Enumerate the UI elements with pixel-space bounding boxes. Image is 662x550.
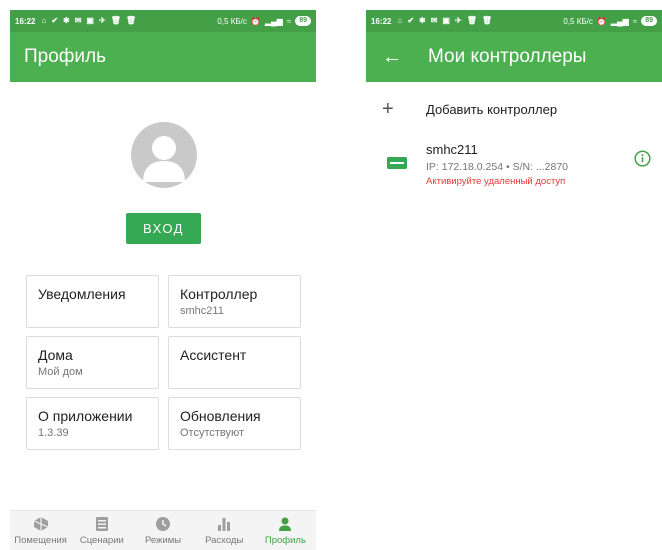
card-title: Ассистент xyxy=(180,347,247,363)
plus-icon: + xyxy=(382,98,394,120)
card-notifications[interactable]: Уведомления xyxy=(26,275,159,328)
nav-label: Помещения xyxy=(14,535,67,546)
bird-notify-icon: ✈ xyxy=(98,16,106,25)
page-title: Профиль xyxy=(24,46,107,67)
battery-indicator: 89 xyxy=(641,16,657,26)
scenarios-icon xyxy=(95,515,109,533)
signal-icon: ▂▄▆ xyxy=(264,16,283,26)
card-title: Обновления xyxy=(180,408,261,424)
nav-label: Сценарии xyxy=(79,535,124,546)
battery-indicator: 89 xyxy=(295,16,311,26)
nav-scenarios[interactable]: Сценарии xyxy=(71,511,132,550)
net-speed: 0,5 КБ/с xyxy=(563,16,593,26)
bird-notify-icon: ✈ xyxy=(454,16,462,25)
rooms-icon xyxy=(33,515,49,533)
card-title: Дома xyxy=(38,347,73,363)
mail-notify-icon: ✉ xyxy=(430,16,438,25)
home-notify-icon: ⌂ xyxy=(397,16,403,25)
net-speed: 0,5 КБ/с xyxy=(217,16,247,26)
remote-access-warning: Активируйте удаленный доступ xyxy=(426,176,566,187)
card-subtitle: 1.3.39 xyxy=(38,427,69,439)
image-notify-icon: ▣ xyxy=(442,16,450,25)
check-notify-icon: ✔ xyxy=(51,16,59,25)
card-subtitle: Мой дом xyxy=(38,366,83,378)
profile-screen: 16:22 ⌂ ✔ ✱ ✉ ▣ ✈ 🗑 🗑 0,5 КБ/с ⏰ ▂▄▆ ≈ 8… xyxy=(10,10,316,550)
bottom-navigation: Помещения Сценарии Режимы Расходы Профил… xyxy=(10,510,316,550)
alarm-icon: ⏰ xyxy=(596,16,607,26)
wifi-icon: ≈ xyxy=(632,16,638,26)
add-controller-button[interactable]: + Добавить контроллер xyxy=(366,96,662,122)
controller-details: IP: 172.18.0.254 • S/N: ...2870 xyxy=(426,161,569,173)
trash-notify-icon-2: 🗑 xyxy=(481,16,492,25)
expenses-icon xyxy=(216,515,232,533)
profile-content: ВХОД Уведомления Контроллер smhc211 Дома… xyxy=(10,82,316,512)
app-notify-icon: ✱ xyxy=(419,16,426,25)
router-icon xyxy=(387,156,407,174)
controllers-screen: 16:22 ⌂ ✔ ✱ ✉ ▣ ✈ 🗑 🗑 0,5 КБ/с ⏰ ▂▄▆ ≈ 8… xyxy=(366,10,662,550)
trash-notify-icon: 🗑 xyxy=(466,16,477,25)
image-notify-icon: ▣ xyxy=(86,16,94,25)
status-time: 16:22 xyxy=(15,16,36,26)
page-title: Мои контроллеры xyxy=(428,46,587,67)
status-bar: 16:22 ⌂ ✔ ✱ ✉ ▣ ✈ 🗑 🗑 0,5 КБ/с ⏰ ▂▄▆ ≈ 8… xyxy=(366,10,662,32)
card-title: Уведомления xyxy=(38,286,126,302)
nav-expenses[interactable]: Расходы xyxy=(194,511,255,550)
controllers-content: + Добавить контроллер smhc211 IP: 172.18… xyxy=(366,82,662,550)
check-notify-icon: ✔ xyxy=(407,16,415,25)
nav-label: Режимы xyxy=(144,535,182,546)
card-subtitle: Отсутствуют xyxy=(180,427,245,439)
trash-notify-icon: 🗑 xyxy=(110,16,121,25)
nav-label: Профиль xyxy=(264,535,306,546)
nav-label: Расходы xyxy=(205,535,244,546)
app-bar: Профиль xyxy=(10,32,316,82)
profile-icon xyxy=(277,515,293,533)
nav-modes[interactable]: Режимы xyxy=(132,511,193,550)
back-arrow-icon[interactable]: ← xyxy=(382,47,406,67)
add-controller-label: Добавить контроллер xyxy=(426,101,558,117)
profile-cards: Уведомления Контроллер smhc211 Дома Мой … xyxy=(26,275,301,450)
home-notify-icon: ⌂ xyxy=(41,16,47,25)
app-notify-icon: ✱ xyxy=(63,16,70,25)
login-button[interactable]: ВХОД xyxy=(126,213,201,244)
controller-name: smhc211 xyxy=(426,142,478,157)
status-time: 16:22 xyxy=(371,16,392,26)
card-homes[interactable]: Дома Мой дом xyxy=(26,336,159,389)
card-title: О приложении xyxy=(38,408,133,424)
nav-rooms[interactable]: Помещения xyxy=(10,511,71,550)
card-title: Контроллер xyxy=(180,286,258,302)
card-about[interactable]: О приложении 1.3.39 xyxy=(26,397,159,450)
wifi-icon: ≈ xyxy=(286,16,292,26)
nav-profile[interactable]: Профиль xyxy=(255,511,316,550)
mail-notify-icon: ✉ xyxy=(74,16,82,25)
user-silhouette-icon xyxy=(143,136,185,182)
card-subtitle: smhc211 xyxy=(180,305,224,317)
info-icon[interactable] xyxy=(634,150,651,172)
avatar[interactable] xyxy=(131,122,197,188)
status-bar: 16:22 ⌂ ✔ ✱ ✉ ▣ ✈ 🗑 🗑 0,5 КБ/с ⏰ ▂▄▆ ≈ 8… xyxy=(10,10,316,32)
trash-notify-icon-2: 🗑 xyxy=(125,16,136,25)
card-controller[interactable]: Контроллер smhc211 xyxy=(168,275,301,328)
card-updates[interactable]: Обновления Отсутствуют xyxy=(168,397,301,450)
signal-icon: ▂▄▆ xyxy=(610,16,629,26)
controller-list-item[interactable]: smhc211 IP: 172.18.0.254 • S/N: ...2870 … xyxy=(366,140,662,196)
card-assistant[interactable]: Ассистент xyxy=(168,336,301,389)
modes-icon xyxy=(155,515,171,533)
app-bar: ← Мои контроллеры xyxy=(366,32,662,82)
alarm-icon: ⏰ xyxy=(250,16,261,26)
